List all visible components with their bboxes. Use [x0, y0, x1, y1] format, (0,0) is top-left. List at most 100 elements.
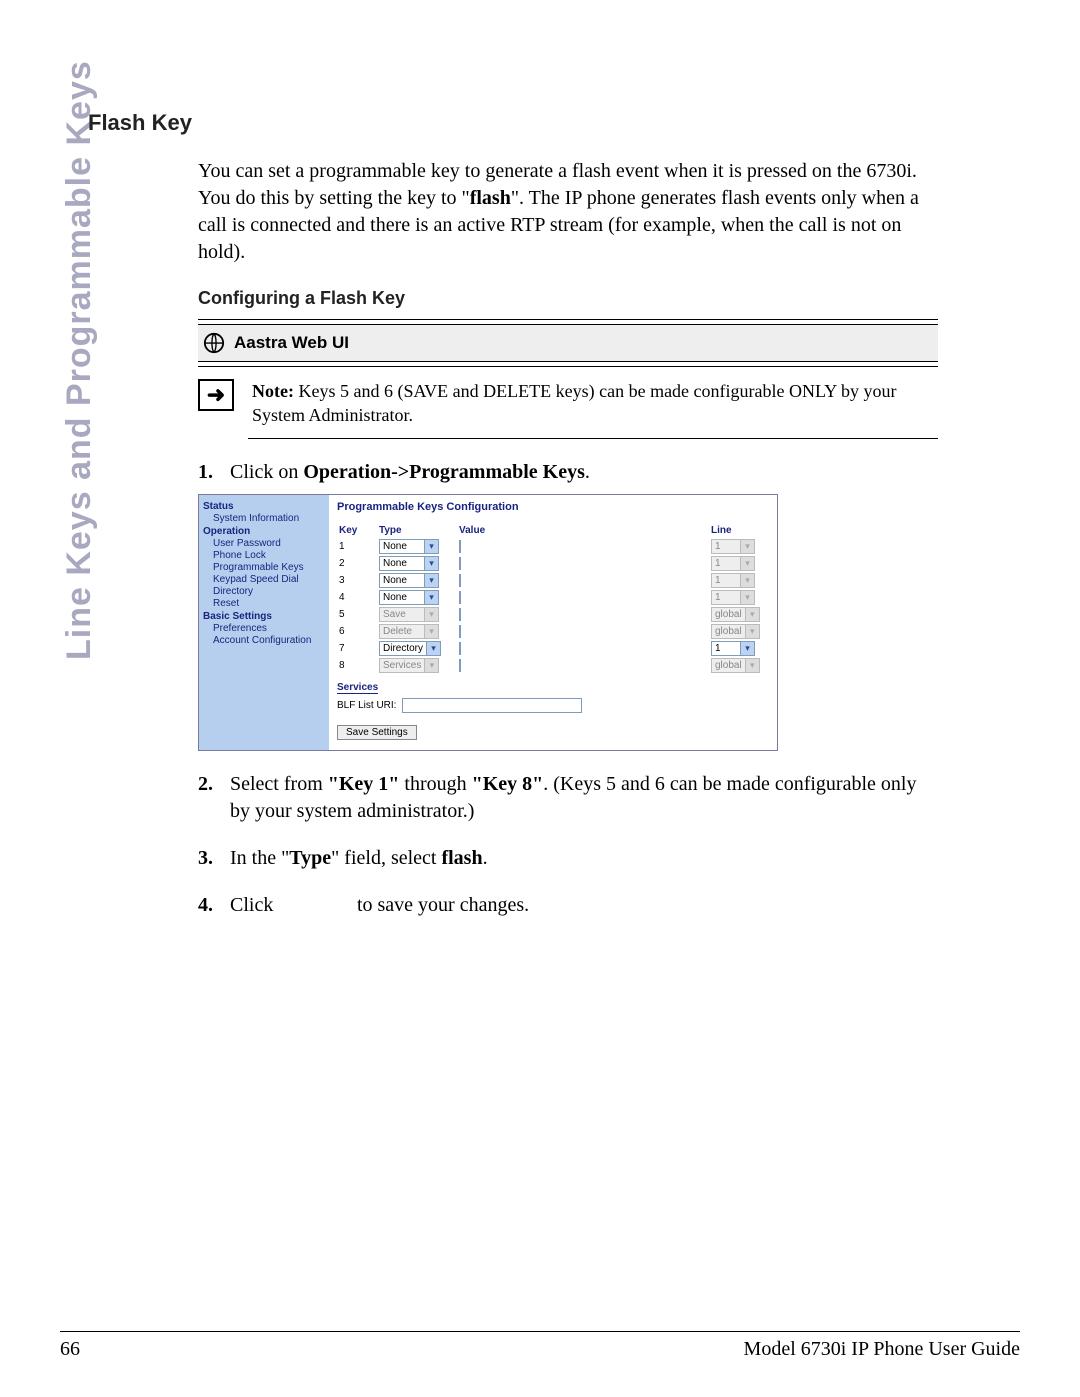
note-text: Note: Keys 5 and 6 (SAVE and DELETE keys… [252, 379, 938, 428]
value-input[interactable] [459, 591, 461, 604]
step-number: 4. [198, 892, 222, 919]
line-dropdown: global▾ [711, 607, 760, 622]
value-input[interactable] [459, 540, 461, 553]
value-input[interactable] [459, 642, 461, 655]
step-2-b: "Key 1" [328, 773, 400, 795]
table-row: 1None▾1▾ [337, 538, 769, 555]
step-4-a: Click [230, 894, 278, 916]
chevron-down-icon: ▾ [424, 625, 438, 638]
type-dropdown[interactable]: None▾ [379, 539, 439, 554]
chevron-down-icon: ▾ [745, 659, 759, 672]
step-number: 2. [198, 771, 222, 825]
chevron-down-icon: ▾ [745, 625, 759, 638]
cell-key: 3 [337, 572, 377, 589]
step-1-text-a: Click on [230, 461, 303, 483]
save-settings-button[interactable]: Save Settings [337, 725, 417, 740]
globe-icon [202, 331, 226, 355]
chevron-down-icon: ▾ [424, 591, 438, 604]
nav-cat-status: Status [203, 501, 325, 512]
step-4-b: to save your changes. [352, 894, 529, 916]
line-dropdown: 1▾ [711, 556, 755, 571]
cell-key: 6 [337, 623, 377, 640]
cell-key: 2 [337, 555, 377, 572]
chevron-down-icon: ▾ [424, 540, 438, 553]
main-pane: Programmable Keys Configuration Key Type… [329, 495, 777, 750]
divider [198, 319, 938, 320]
type-dropdown[interactable]: None▾ [379, 573, 439, 588]
chevron-down-icon: ▾ [426, 642, 440, 655]
page-number: 66 [60, 1338, 80, 1361]
th-type: Type [377, 523, 457, 538]
type-dropdown[interactable]: None▾ [379, 590, 439, 605]
note-label: Note: [252, 381, 294, 401]
chevron-down-icon: ▾ [745, 608, 759, 621]
table-row: 6Delete▾global▾ [337, 623, 769, 640]
nav-item[interactable]: System Information [213, 513, 325, 524]
line-dropdown[interactable]: 1▾ [711, 641, 755, 656]
cell-key: 8 [337, 657, 377, 674]
value-input[interactable] [459, 557, 461, 570]
chevron-down-icon: ▾ [740, 557, 754, 570]
type-dropdown[interactable]: None▾ [379, 556, 439, 571]
nav-item[interactable]: Account Configuration [213, 635, 325, 646]
intro-paragraph: You can set a programmable key to genera… [198, 158, 938, 266]
type-dropdown: Delete▾ [379, 624, 439, 639]
save-settings-placeholder: Save Settings [278, 899, 352, 918]
nav-pane: Status System Information Operation User… [199, 495, 329, 750]
programmable-keys-screenshot: Status System Information Operation User… [198, 494, 778, 751]
step-4: 4. Click Save Settings to save your chan… [198, 892, 938, 919]
aastra-web-ui-label: Aastra Web UI [234, 333, 349, 353]
nav-item[interactable]: Reset [213, 598, 325, 609]
nav-item[interactable]: Phone Lock [213, 550, 325, 561]
step-2-d: "Key 8" [472, 773, 544, 795]
blf-label: BLF List URI: [337, 700, 396, 711]
value-input[interactable] [459, 608, 461, 621]
note-body: Keys 5 and 6 (SAVE and DELETE keys) can … [252, 381, 897, 425]
divider [248, 438, 938, 439]
value-input[interactable] [459, 659, 461, 672]
step-3-d: flash [441, 847, 482, 869]
line-dropdown: 1▾ [711, 573, 755, 588]
type-dropdown[interactable]: Directory▾ [379, 641, 441, 656]
chevron-down-icon: ▾ [740, 591, 754, 604]
type-dropdown: Services▾ [379, 658, 439, 673]
th-line: Line [709, 523, 769, 538]
nav-item[interactable]: Directory [213, 586, 325, 597]
chevron-down-icon: ▾ [424, 659, 438, 672]
table-row: 4None▾1▾ [337, 589, 769, 606]
heading-configuring: Configuring a Flash Key [198, 288, 938, 309]
table-row: 3None▾ 1▾ [337, 572, 769, 589]
step-3-e: . [483, 847, 488, 869]
step-number: 1. [198, 459, 222, 486]
chevron-down-icon: ▾ [424, 574, 438, 587]
table-row: 7Directory▾1▾ [337, 640, 769, 657]
step-3-c: " field, select [331, 847, 441, 869]
doc-title: Model 6730i IP Phone User Guide [744, 1338, 1020, 1361]
step-3-b: Type [289, 847, 331, 869]
nav-item[interactable]: User Password [213, 538, 325, 549]
chevron-down-icon: ▾ [424, 557, 438, 570]
value-input[interactable] [459, 574, 461, 587]
step-3-a: In the " [230, 847, 289, 869]
cell-key: 1 [337, 538, 377, 555]
th-key: Key [337, 523, 377, 538]
nav-item[interactable]: Keypad Speed Dial [213, 574, 325, 585]
nav-item[interactable]: Programmable Keys [213, 562, 325, 573]
table-row: 5Save▾global▾ [337, 606, 769, 623]
step-number: 3. [198, 845, 222, 872]
page-footer: 66 Model 6730i IP Phone User Guide [60, 1331, 1020, 1361]
chevron-down-icon: ▾ [740, 540, 754, 553]
value-input[interactable] [459, 625, 461, 638]
table-row: 8Services▾ global▾ [337, 657, 769, 674]
nav-cat-basic: Basic Settings [203, 611, 325, 622]
aastra-web-ui-bar: Aastra Web UI [198, 324, 938, 362]
step-2: 2. Select from "Key 1" through "Key 8". … [198, 771, 938, 825]
line-dropdown: global▾ [711, 658, 760, 673]
nav-item[interactable]: Preferences [213, 623, 325, 634]
blf-input[interactable] [402, 698, 582, 713]
heading-flash-key: Flash Key [88, 110, 938, 136]
step-3: 3. In the "Type" field, select flash. [198, 845, 938, 872]
services-label: Services [337, 682, 378, 694]
chevron-down-icon: ▾ [424, 608, 438, 621]
divider [198, 366, 938, 367]
